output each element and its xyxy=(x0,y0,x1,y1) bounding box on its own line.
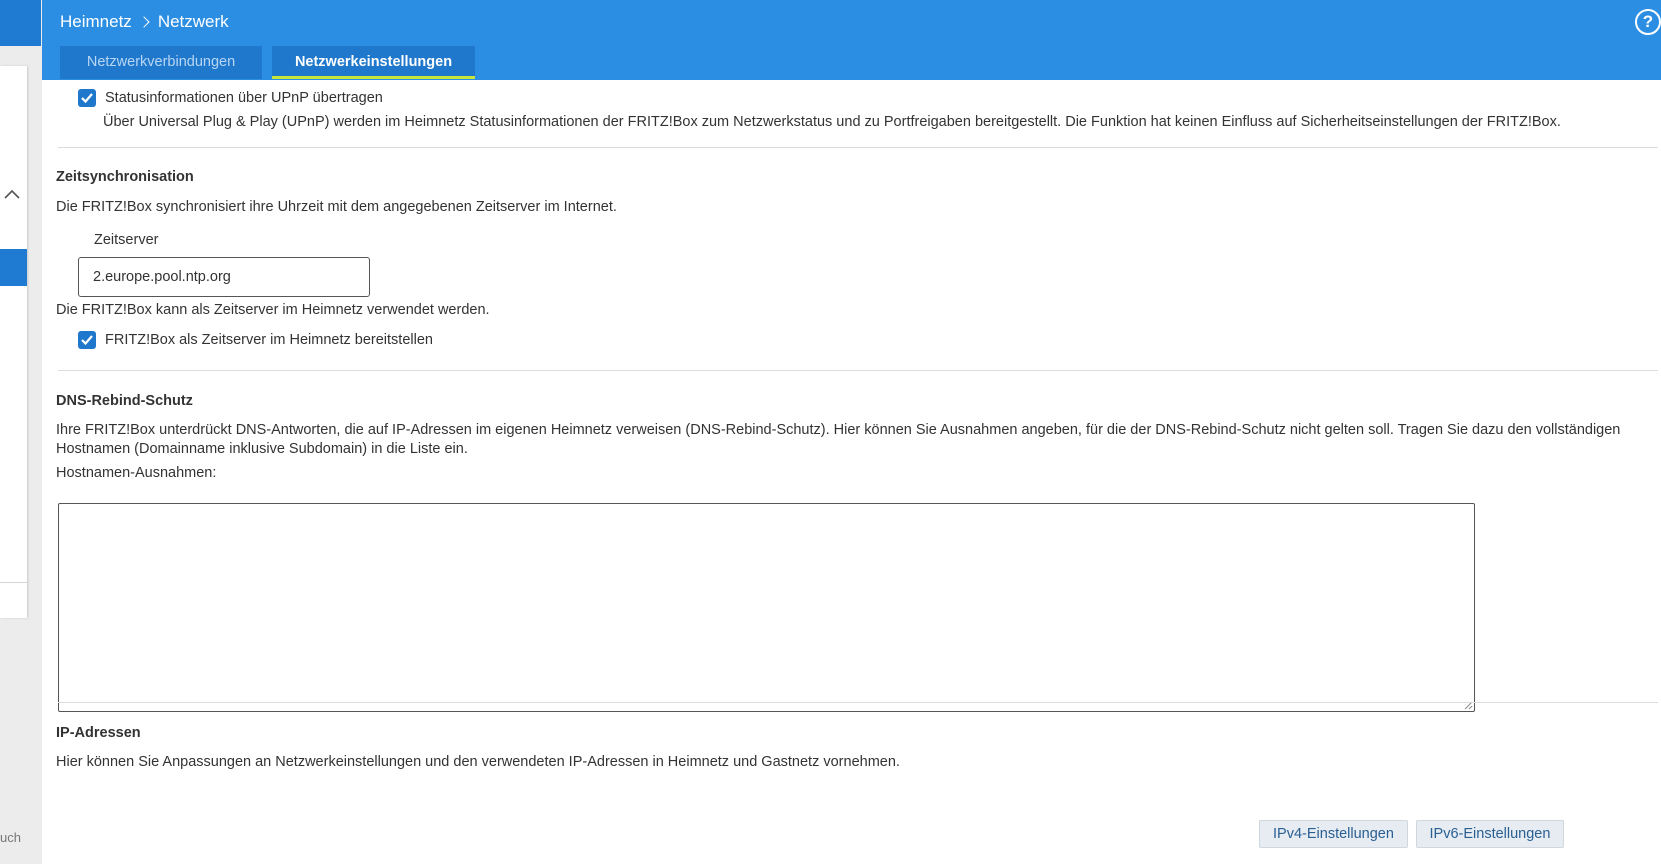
upnp-status-label[interactable]: Statusinformationen über UPnP übertragen xyxy=(105,90,383,106)
time-sync-description: Die FRITZ!Box synchronisiert ihre Uhrzei… xyxy=(56,199,617,215)
ipv6-settings-button[interactable]: IPv6-Einstellungen xyxy=(1416,820,1564,848)
breadcrumb: Heimnetz Netzwerk xyxy=(60,12,229,32)
sidebar: uch xyxy=(0,0,41,864)
provide-time-server-label[interactable]: FRITZ!Box als Zeitserver im Heimnetz ber… xyxy=(105,332,433,348)
time-server-input[interactable]: 2.europe.pool.ntp.org xyxy=(78,257,370,297)
ipv4-settings-button[interactable]: IPv4-Einstellungen xyxy=(1259,820,1408,848)
tab-netzwerkverbindungen[interactable]: Netzwerkverbindungen xyxy=(60,46,262,79)
divider xyxy=(58,370,1658,371)
checkmark-icon xyxy=(81,93,93,104)
dns-rebind-description-line2: Hostnamen (Domainname inklusive Subdomai… xyxy=(56,441,468,457)
sidebar-header xyxy=(0,0,41,46)
main-content: Statusinformationen über UPnP übertragen… xyxy=(42,80,1661,864)
sidebar-divider xyxy=(0,582,27,583)
dns-rebind-description-line1: Ihre FRITZ!Box unterdrückt DNS-Antworten… xyxy=(56,422,1621,438)
divider xyxy=(58,147,1658,148)
time-server-note: Die FRITZ!Box kann als Zeitserver im Hei… xyxy=(56,302,490,318)
dns-rebind-heading: DNS-Rebind-Schutz xyxy=(56,393,193,409)
chevron-up-icon[interactable] xyxy=(3,187,21,201)
sidebar-panel xyxy=(0,66,27,618)
upnp-status-checkbox[interactable] xyxy=(78,89,96,107)
sidebar-item-active[interactable] xyxy=(0,249,27,286)
help-icon[interactable]: ? xyxy=(1635,9,1661,35)
tab-netzwerkeinstellungen[interactable]: Netzwerkeinstellungen xyxy=(272,46,475,79)
provide-time-server-checkbox[interactable] xyxy=(78,331,96,349)
time-sync-heading: Zeitsynchronisation xyxy=(56,169,194,185)
hostname-exceptions-textarea[interactable] xyxy=(58,503,1475,712)
upnp-description: Über Universal Plug & Play (UPnP) werden… xyxy=(103,114,1561,130)
chevron-right-icon xyxy=(138,16,150,28)
sidebar-footer-link[interactable]: uch xyxy=(0,830,21,845)
ip-addresses-description: Hier können Sie Anpassungen an Netzwerke… xyxy=(56,754,900,770)
hostname-exceptions-label: Hostnamen-Ausnahmen: xyxy=(56,465,217,481)
ip-addresses-heading: IP-Adressen xyxy=(56,725,141,741)
time-server-label: Zeitserver xyxy=(94,232,159,248)
checkmark-icon xyxy=(81,335,93,346)
divider xyxy=(58,702,1658,703)
breadcrumb-item-netzwerk: Netzwerk xyxy=(157,12,229,31)
page-header: Heimnetz Netzwerk ? Netzwerkverbindungen… xyxy=(42,0,1661,80)
breadcrumb-item-heimnetz[interactable]: Heimnetz xyxy=(60,12,132,32)
